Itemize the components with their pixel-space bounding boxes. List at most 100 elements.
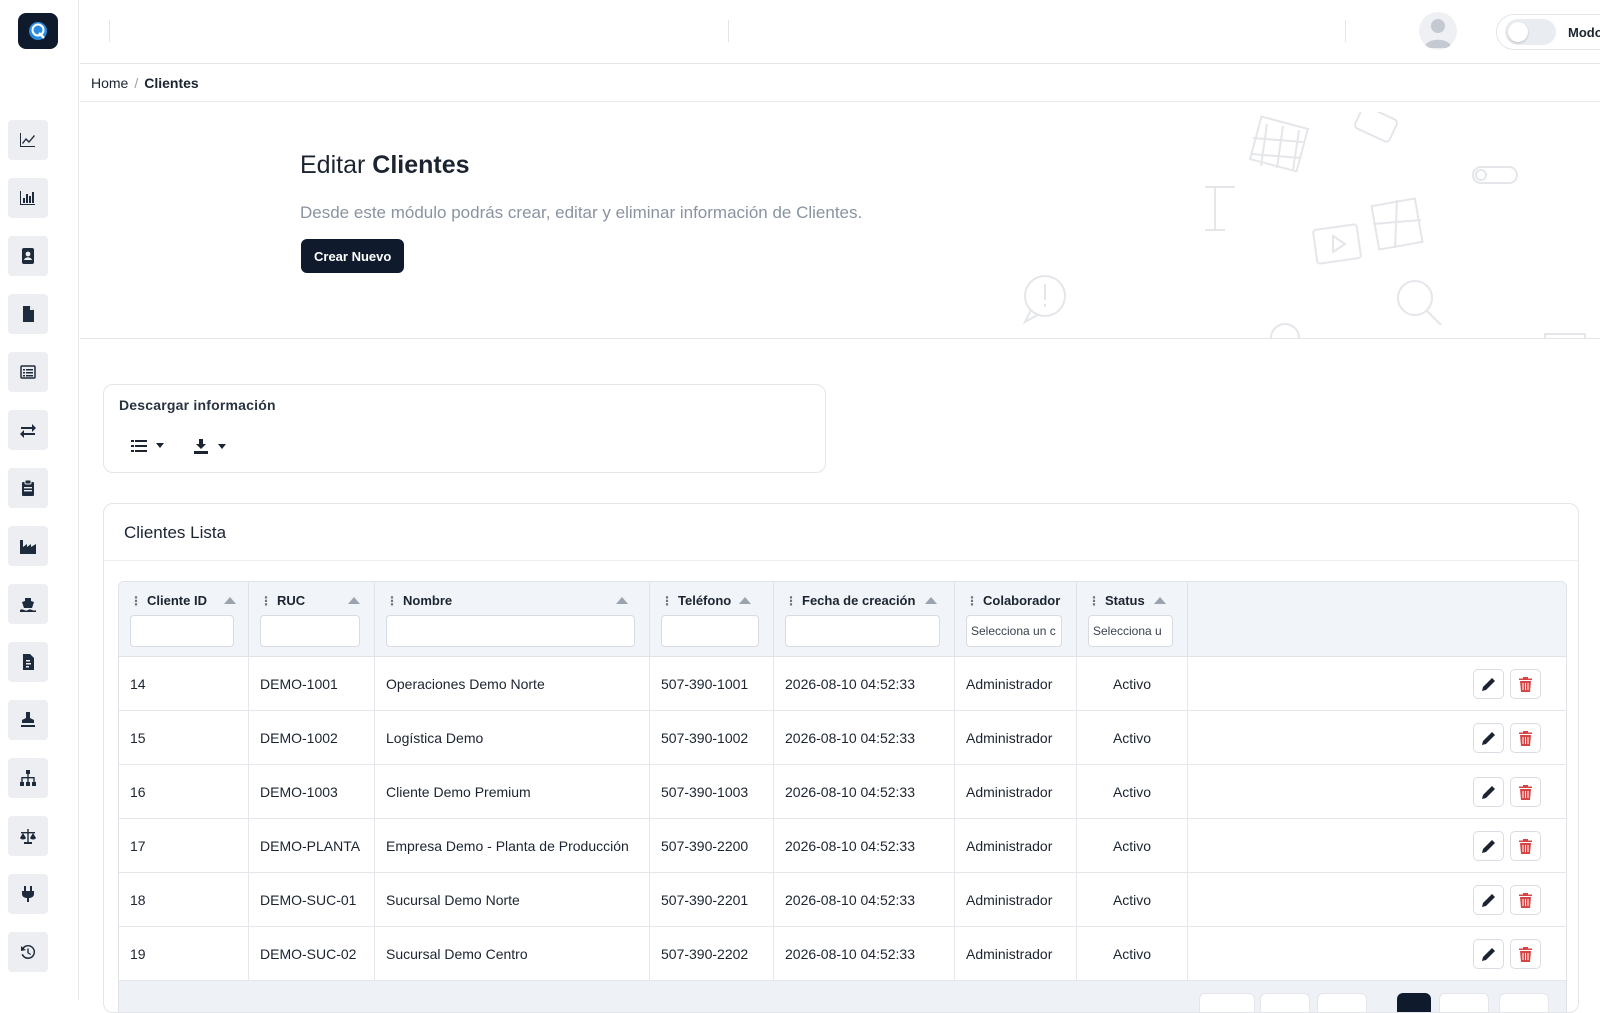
pagination-page-button[interactable] <box>1317 993 1367 1012</box>
divider <box>104 560 1578 561</box>
sort-arrow-icon[interactable] <box>224 597 236 604</box>
sidebar-item-document[interactable] <box>8 642 48 682</box>
sidebar-item-stamp[interactable] <box>8 700 48 740</box>
sidebar-item-history[interactable] <box>8 932 48 972</box>
pagination-last-button[interactable] <box>1499 993 1549 1012</box>
export-file-dropdown[interactable] <box>193 439 227 455</box>
sort-arrow-icon[interactable] <box>616 597 628 604</box>
app-logo[interactable] <box>18 13 58 49</box>
history-icon <box>21 944 36 959</box>
edit-button[interactable] <box>1473 939 1504 969</box>
delete-button[interactable] <box>1510 939 1541 969</box>
filter-input[interactable] <box>661 615 759 647</box>
table-row[interactable]: 15 DEMO-1002 Logística Demo 507-390-1002 202… <box>119 711 1566 765</box>
column-menu-icon[interactable]: ⋮ <box>260 594 272 608</box>
download-icon <box>194 439 208 454</box>
cell-status: Activo <box>1077 711 1188 765</box>
cell-cliente-id: 18 <box>119 873 249 927</box>
pagination-prev-button[interactable] <box>1260 993 1310 1012</box>
sidebar-item-bar-chart[interactable] <box>8 178 48 218</box>
filter-input[interactable] <box>130 615 234 647</box>
column-menu-icon[interactable]: ⋮ <box>130 594 142 608</box>
filter-input[interactable] <box>386 615 635 647</box>
cell-fecha-creacion: 2026-08-10 04:52:33 <box>774 819 955 873</box>
delete-button[interactable] <box>1510 885 1541 915</box>
sort-arrow-icon[interactable] <box>1154 597 1166 604</box>
header-col-cliente-id[interactable]: ⋮ Cliente ID <box>119 582 249 657</box>
cell-telefono: 507-390-1003 <box>650 765 774 819</box>
column-menu-icon[interactable]: ⋮ <box>1088 594 1100 608</box>
header-col-ruc[interactable]: ⋮ RUC <box>249 582 375 657</box>
column-title: Colaborador <box>983 593 1061 608</box>
cell-cliente-id: 17 <box>119 819 249 873</box>
filter-input[interactable] <box>260 615 360 647</box>
sort-arrow-icon[interactable] <box>739 597 751 604</box>
theme-toggle[interactable]: Modo claro <box>1496 14 1600 50</box>
column-header-label: ⋮ Teléfono <box>661 593 731 608</box>
header-col-telefono[interactable]: ⋮ Teléfono <box>650 582 774 657</box>
sidebar-item-plug[interactable] <box>8 874 48 914</box>
sidebar-item-clipboard[interactable] <box>8 468 48 508</box>
sidebar-item-ship[interactable] <box>8 584 48 624</box>
edit-button[interactable] <box>1473 669 1504 699</box>
cell-nombre: Cliente Demo Premium <box>375 765 650 819</box>
cell-nombre: Operaciones Demo Norte <box>375 657 650 711</box>
header-col-fecha-creacion[interactable]: ⋮ Fecha de creación <box>774 582 955 657</box>
header-col-colaborador[interactable]: ⋮ Colaborador Selecciona un c <box>955 582 1077 657</box>
avatar[interactable] <box>1419 12 1457 50</box>
create-new-button[interactable]: Crear Nuevo <box>301 239 405 273</box>
theme-switch[interactable] <box>1505 19 1556 45</box>
breadcrumb-home[interactable]: Home <box>91 75 128 91</box>
delete-button[interactable] <box>1510 669 1541 699</box>
pagination-next-button[interactable] <box>1439 993 1489 1012</box>
list-title-bold: Lista <box>190 523 227 542</box>
column-menu-icon[interactable]: ⋮ <box>661 594 673 608</box>
filter-input[interactable] <box>785 615 940 647</box>
cell-status: Activo <box>1077 873 1188 927</box>
pagination-current-page[interactable] <box>1397 993 1431 1012</box>
table-row[interactable]: 17 DEMO-PLANTA Empresa Demo - Planta de Pr… <box>119 819 1566 873</box>
table-row[interactable]: 19 DEMO-SUC-02 Sucursal Demo Centro 507-390… <box>119 927 1566 981</box>
pencil-icon <box>1481 678 1495 691</box>
column-menu-icon[interactable]: ⋮ <box>785 594 797 608</box>
table-row[interactable]: 18 DEMO-SUC-01 Sucursal Demo Norte 507-390-… <box>119 873 1566 927</box>
sort-arrow-icon[interactable] <box>925 597 937 604</box>
sidebar-item-contact-book[interactable] <box>8 236 48 276</box>
sidebar <box>0 0 79 1000</box>
list-title: Clientes Lista <box>124 523 226 543</box>
trash-icon <box>1519 946 1532 962</box>
header-col-status[interactable]: ⋮ Status Selecciona u <box>1077 582 1188 657</box>
sidebar-item-sitemap[interactable] <box>8 758 48 798</box>
sort-arrow-icon[interactable] <box>348 597 360 604</box>
filter-select[interactable]: Selecciona un c <box>966 615 1062 647</box>
column-header-label: ⋮ Nombre <box>386 593 452 608</box>
edit-button[interactable] <box>1473 777 1504 807</box>
filter-select[interactable]: Selecciona u <box>1088 615 1173 647</box>
plug-icon <box>22 886 34 902</box>
cell-cliente-id: 15 <box>119 711 249 765</box>
column-header-label: ⋮ Colaborador <box>966 593 1060 608</box>
delete-button[interactable] <box>1510 777 1541 807</box>
sidebar-item-scale[interactable] <box>8 816 48 856</box>
table-row[interactable]: 14 DEMO-1001 Operaciones Demo Norte 507-390… <box>119 657 1566 711</box>
sidebar-item-industry[interactable] <box>8 526 48 566</box>
export-list-dropdown[interactable] <box>131 439 165 453</box>
cell-colaborador: Administrador <box>955 657 1077 711</box>
sidebar-item-chart-line[interactable] <box>8 120 48 160</box>
download-title: Descargar información <box>119 397 276 413</box>
column-menu-icon[interactable]: ⋮ <box>966 594 978 608</box>
sidebar-item-file[interactable] <box>8 294 48 334</box>
sidebar-item-transfer[interactable] <box>8 410 48 450</box>
cell-status: Activo <box>1077 819 1188 873</box>
header-col-nombre[interactable]: ⋮ Nombre <box>375 582 650 657</box>
column-menu-icon[interactable]: ⋮ <box>386 594 398 608</box>
delete-button[interactable] <box>1510 831 1541 861</box>
edit-button[interactable] <box>1473 885 1504 915</box>
sidebar-item-list[interactable] <box>8 352 48 392</box>
edit-button[interactable] <box>1473 723 1504 753</box>
pagination-first-button[interactable] <box>1199 993 1255 1012</box>
table-row[interactable]: 16 DEMO-1003 Cliente Demo Premium 507-390-1… <box>119 765 1566 819</box>
edit-button[interactable] <box>1473 831 1504 861</box>
cell-nombre: Empresa Demo - Planta de Producción <box>375 819 650 873</box>
delete-button[interactable] <box>1510 723 1541 753</box>
